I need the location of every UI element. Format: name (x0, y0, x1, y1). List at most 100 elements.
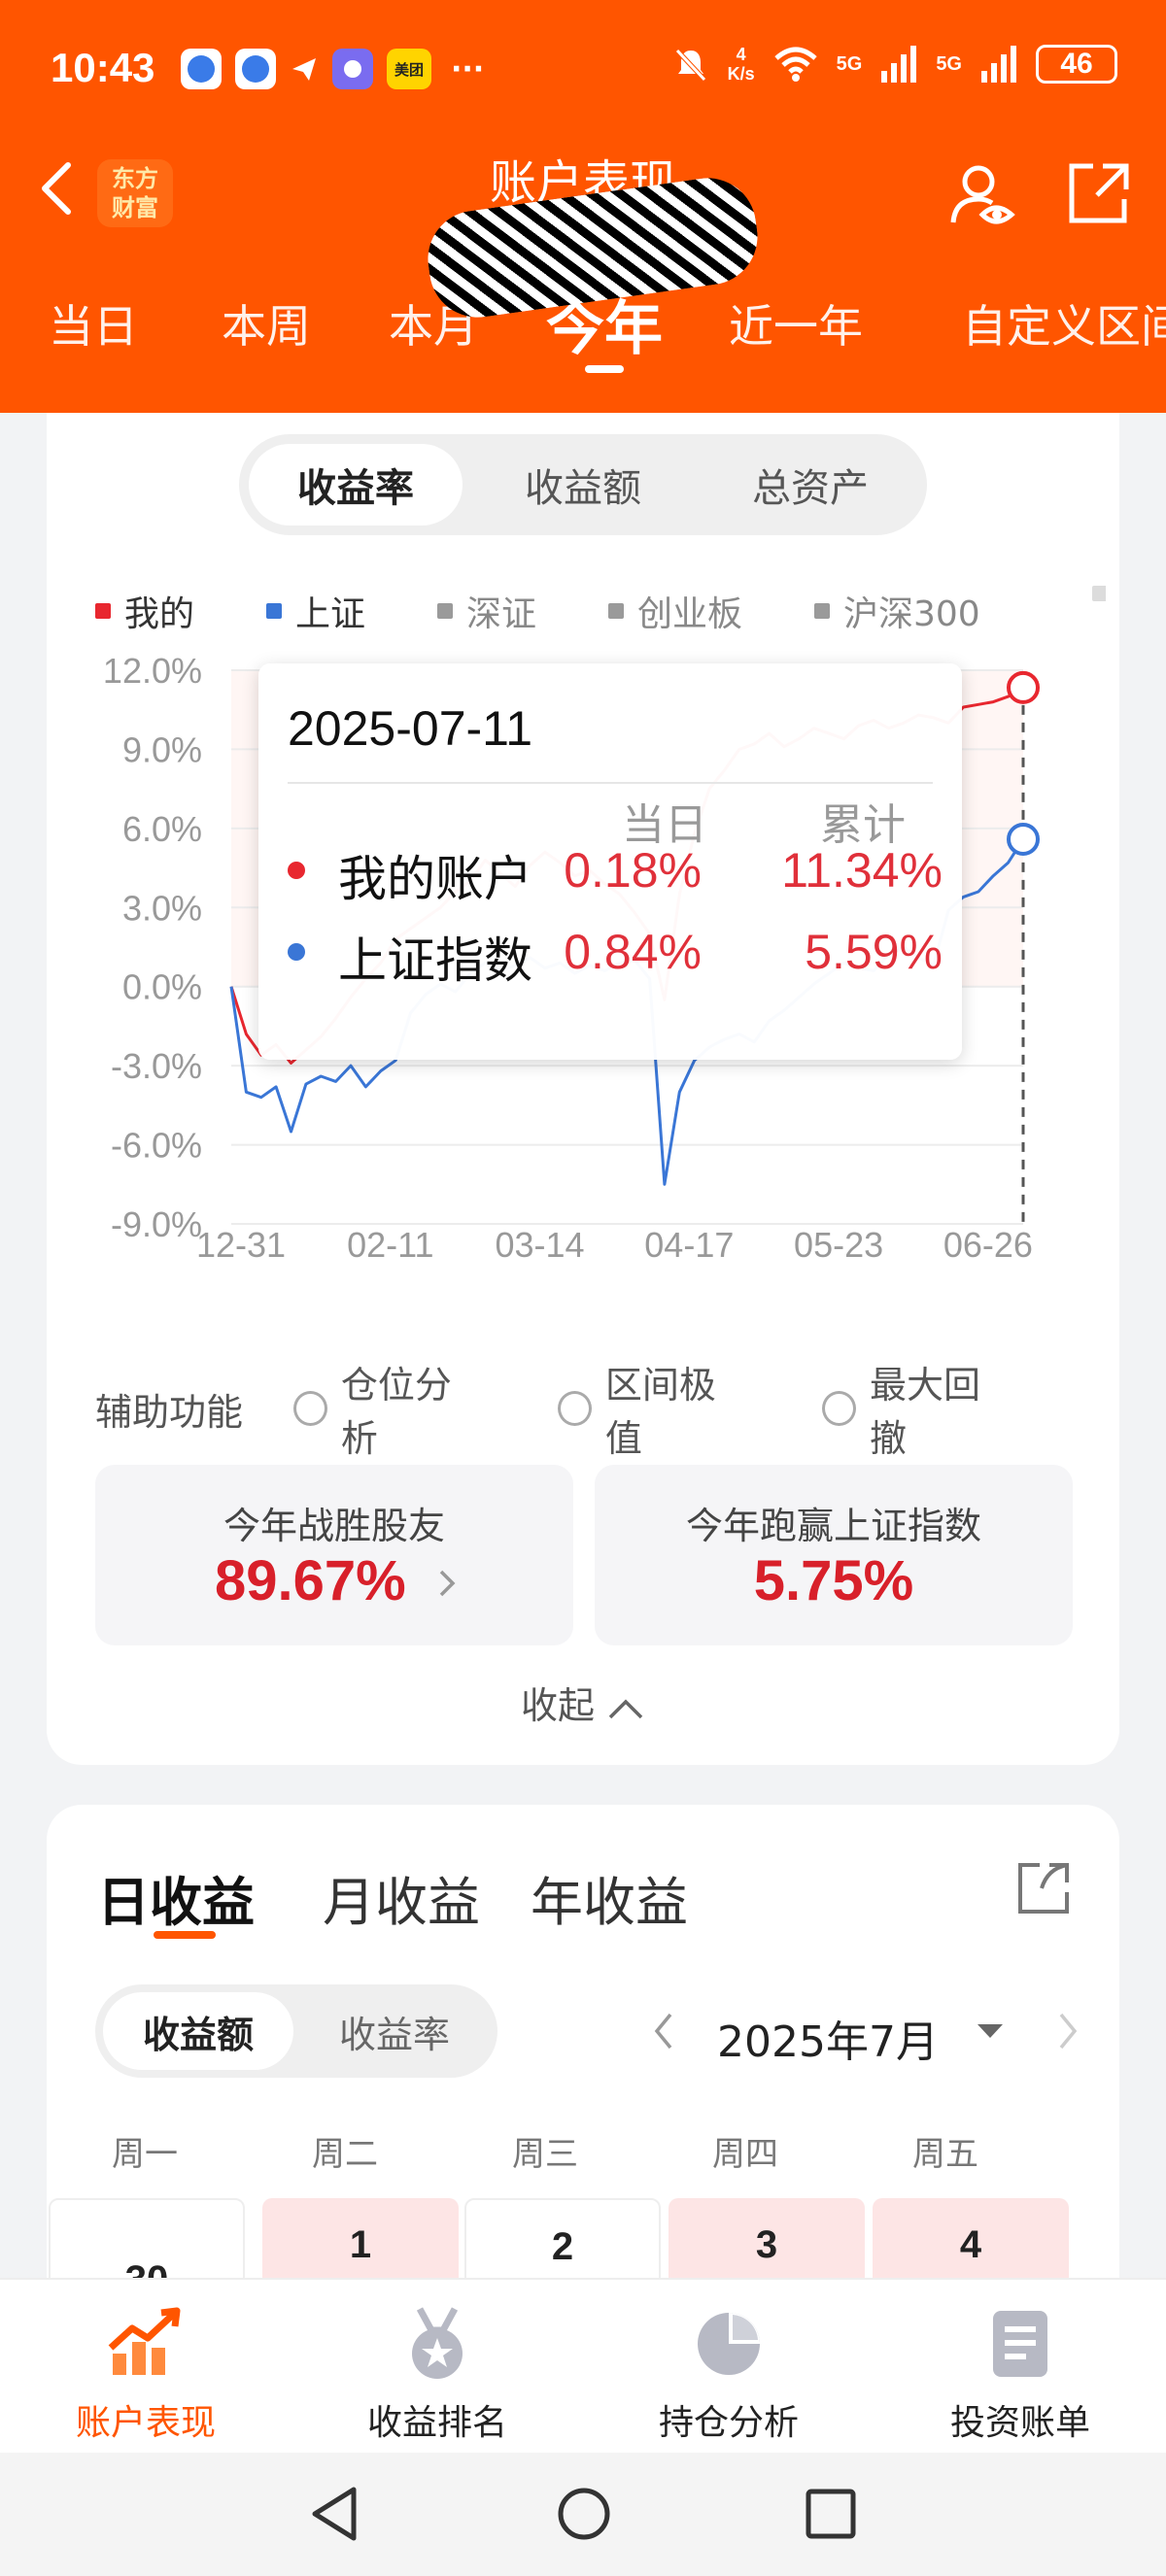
stat-value: 89.67% (215, 1549, 406, 1612)
toggle-rate[interactable]: 收益率 (299, 1992, 490, 2070)
document-icon (993, 2311, 1047, 2377)
tooltip-name: 上证指数 (338, 932, 532, 989)
nav-investment-bill[interactable]: 投资账单 (874, 2297, 1166, 2443)
tab-this-week[interactable]: 本周 (222, 291, 311, 356)
tab-custom-range[interactable]: 自定义区间 (962, 291, 1166, 356)
metric-segment: 收益率 收益额 总资产 (239, 434, 927, 535)
wifi-icon (773, 47, 817, 82)
end-marker-shanghai (1007, 822, 1040, 856)
chevron-right-icon[interactable] (1053, 2007, 1082, 2055)
tooltip-day-value: 0.18% (564, 843, 702, 898)
tab-last-year[interactable]: 近一年 (729, 291, 863, 356)
stat-beat-friends[interactable]: 今年战胜股友 89.67% (95, 1465, 573, 1645)
y-tick-label: -9.0% (111, 1204, 202, 1244)
share-icon[interactable] (1014, 1859, 1073, 1917)
caret-down-icon[interactable] (977, 2024, 1003, 2038)
tab-today[interactable]: 当日 (49, 291, 138, 356)
segment-total-assets[interactable]: 总资产 (703, 444, 917, 525)
tab-daily-earnings[interactable]: 日收益 (97, 1859, 255, 1936)
chart-legend: 我的 上证 深证 创业板 沪深300 (95, 578, 1106, 636)
legend-item-more[interactable] (1092, 586, 1106, 601)
weekday-label: 周一 (112, 2135, 178, 2174)
paper-plane-icon (290, 54, 319, 84)
bottom-nav: 账户表现 收益排名 持仓分析 投资账单 (0, 2278, 1166, 2453)
toggle-amount[interactable]: 收益额 (103, 1992, 293, 2070)
tooltip-row-mine: 我的账户 0.18% 11.34% (288, 836, 948, 907)
tab-monthly-earnings[interactable]: 月收益 (323, 1859, 480, 1936)
legend-item-chinext[interactable]: 创业板 (608, 586, 742, 636)
tooltip-divider (288, 782, 933, 784)
user-eye-icon (950, 165, 1015, 224)
status-time: 10:43 (51, 45, 155, 90)
aux-label: 辅助功能 (95, 1390, 244, 1434)
share-button[interactable] (1064, 160, 1132, 228)
app-icon-book (332, 49, 373, 89)
performance-card: 收益率 收益额 总资产 我的 上证 深证 创业板 沪深300 12.0% 9.0%… (47, 413, 1119, 1765)
chevron-up-icon (608, 1699, 643, 1718)
weekday-label: 周二 (312, 2135, 378, 2174)
aux-option-range-extremes[interactable]: 区间极值 (557, 1355, 748, 1462)
earnings-card: 日收益 月收益 年收益 收益额 收益率 2025年7月 周一 周二 周三 周四 … (47, 1805, 1119, 2315)
meituan-icon: 美团 (387, 49, 431, 89)
legend-item-shenzhen[interactable]: 深证 (437, 586, 536, 636)
user-view-button[interactable] (947, 160, 1017, 230)
tooltip-date: 2025-07-11 (288, 701, 533, 756)
stat-beat-index: 今年跑赢上证指数 5.75% (595, 1465, 1073, 1645)
status-bar: 10:43 美团 ··· 4 K/s 5G 5G 46 (0, 39, 1166, 107)
tooltip-dot-blue (288, 943, 305, 961)
app-icon-blue (181, 49, 222, 89)
aux-functions: 辅助功能 仓位分析 区间极值 最大回撤 (95, 1364, 1086, 1460)
status-app-icons: 美团 ··· (181, 49, 484, 89)
earnings-tab-underline (154, 1931, 216, 1939)
radio-icon (557, 1391, 592, 1426)
share-icon (1069, 163, 1129, 223)
signal-icon-2 (981, 46, 1016, 83)
more-icon: ··· (451, 51, 485, 86)
tab-yearly-earnings[interactable]: 年收益 (531, 1859, 688, 1936)
chevron-left-icon[interactable] (649, 2007, 678, 2055)
radio-icon (821, 1391, 856, 1426)
tooltip-dot-red (288, 862, 305, 879)
y-tick-label: -6.0% (111, 1126, 202, 1166)
system-nav-bar (0, 2453, 1166, 2576)
aux-option-position[interactable]: 仓位分析 (292, 1355, 484, 1462)
x-tick-label: 12-31 (196, 1225, 286, 1263)
signal-icon (881, 46, 917, 83)
segment-return-rate[interactable]: 收益率 (249, 444, 463, 525)
trend-chart-icon (108, 2307, 181, 2375)
y-tick-label: 3.0% (122, 888, 202, 928)
radio-icon (292, 1391, 327, 1426)
tooltip-total-value: 5.59% (805, 925, 943, 979)
x-tick-label: 04-17 (644, 1225, 734, 1263)
stat-title: 今年战胜股友 (223, 1505, 445, 1547)
x-tick-label: 05-23 (794, 1225, 883, 1263)
system-home-icon[interactable] (550, 2480, 618, 2548)
legend-item-shanghai[interactable]: 上证 (266, 586, 365, 636)
nav-earnings-ranking[interactable]: 收益排名 (292, 2297, 583, 2443)
net-speed: 4 K/s (727, 45, 755, 84)
stat-value: 5.75% (753, 1549, 914, 1612)
y-tick-label: 6.0% (122, 809, 202, 849)
medal-icon (412, 2307, 463, 2379)
system-back-icon[interactable] (301, 2480, 369, 2548)
mute-bell-icon (674, 49, 706, 82)
pie-chart-icon (698, 2313, 760, 2375)
tooltip-total-value: 11.34% (781, 843, 943, 898)
weekday-label: 周三 (512, 2135, 578, 2174)
aux-option-max-drawdown[interactable]: 最大回撤 (821, 1355, 1012, 1462)
chart-tooltip: 2025-07-11 当日 累计 我的账户 0.18% 11.34% 上证指数 … (258, 663, 962, 1060)
month-label[interactable]: 2025年7月 (717, 2007, 939, 2069)
app-icon-blue-2 (235, 49, 276, 89)
nav-account-performance[interactable]: 账户表现 (0, 2297, 292, 2443)
collapse-button[interactable]: 收起 (47, 1676, 1119, 1729)
legend-item-csi300[interactable]: 沪深300 (814, 586, 980, 636)
nav-holdings-analysis[interactable]: 持仓分析 (583, 2297, 874, 2443)
segment-return-amount[interactable]: 收益额 (476, 444, 690, 525)
active-tab-underline (585, 365, 624, 373)
y-tick-label: 12.0% (103, 651, 202, 691)
month-navigator: 2025年7月 (649, 1997, 1115, 2067)
system-recents-icon[interactable] (797, 2480, 865, 2548)
x-tick-label: 03-14 (496, 1225, 585, 1263)
legend-item-mine[interactable]: 我的 (95, 586, 194, 636)
weekday-label: 周四 (712, 2135, 778, 2174)
